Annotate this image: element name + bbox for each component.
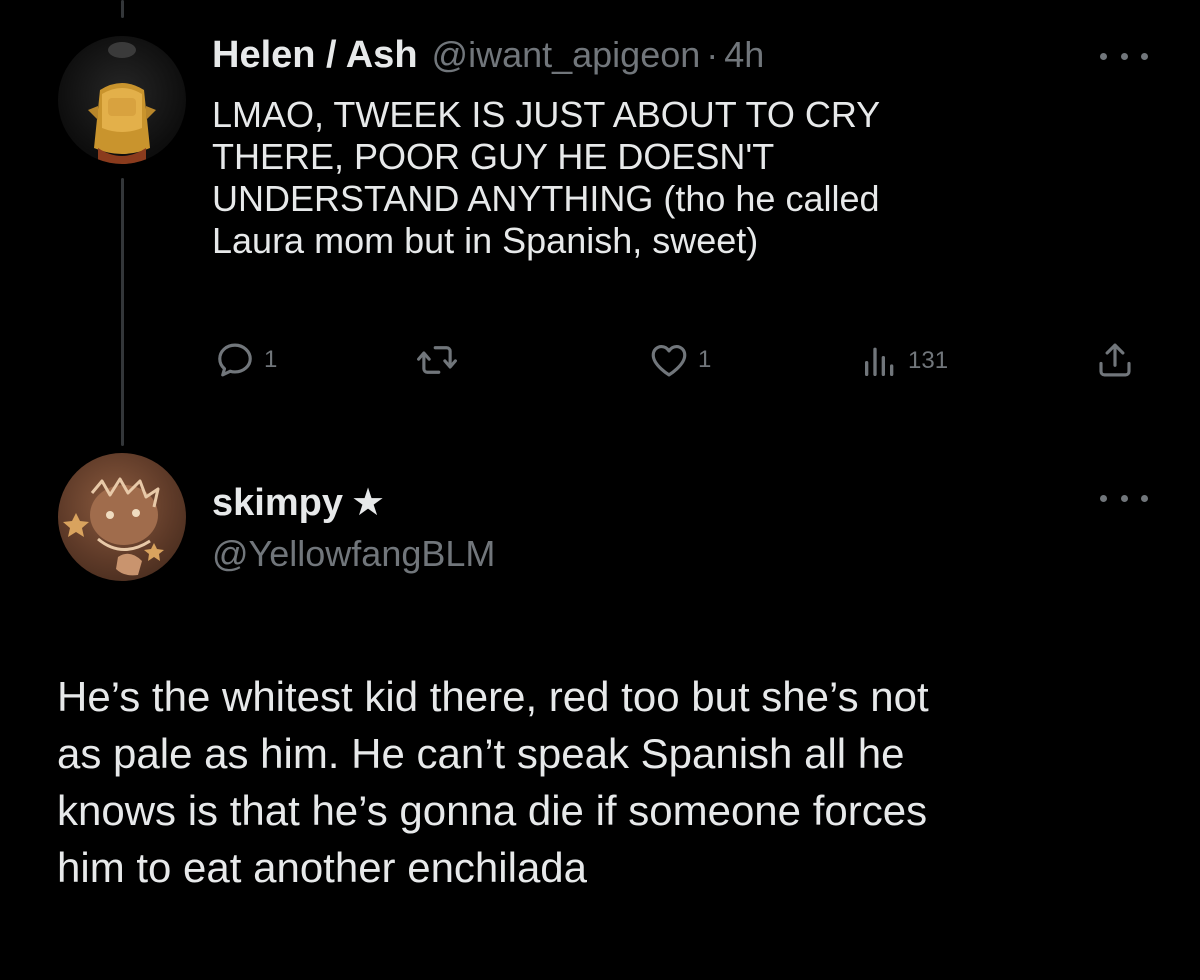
reply-count: 1	[264, 346, 278, 373]
reply-icon	[218, 343, 252, 377]
tweet-header: Helen / Ash @iwant_apigeon · 4h	[212, 34, 764, 77]
avatar[interactable]	[58, 36, 186, 164]
reply-text: He’s the whitest kid there, red too but …	[57, 673, 929, 891]
thread-line-top	[121, 0, 124, 18]
avatar-image	[88, 42, 156, 164]
user-handle[interactable]: @YellowfangBLM	[212, 533, 495, 575]
star-badge-icon: ★	[350, 482, 386, 524]
reply-header: skimpy ★	[212, 480, 385, 525]
views-button[interactable]: 131	[860, 341, 948, 381]
user-handle[interactable]: @iwant_apigeon	[432, 34, 701, 76]
more-icon[interactable]	[1100, 491, 1148, 505]
like-button[interactable]: 1	[648, 339, 711, 381]
avatar-image	[63, 477, 164, 576]
views-icon	[865, 347, 894, 376]
display-name[interactable]: skimpy	[212, 482, 343, 525]
share-button[interactable]	[1094, 339, 1136, 381]
view-count: 131	[908, 347, 949, 374]
like-count: 1	[698, 346, 712, 373]
reply-handle-row: @YellowfangBLM	[212, 533, 495, 575]
reply-button[interactable]: 1	[214, 339, 277, 381]
like-icon	[651, 344, 687, 377]
thread-line	[121, 178, 124, 446]
retweet-icon	[417, 346, 457, 374]
display-name[interactable]: Helen / Ash	[212, 34, 418, 77]
tweet-text: LMAO, TWEEK IS JUST ABOUT TO CRY THERE, …	[212, 94, 881, 261]
separator-dot: ·	[706, 34, 719, 75]
retweet-button[interactable]	[416, 339, 458, 381]
avatar[interactable]	[58, 453, 186, 581]
timestamp[interactable]: 4h	[724, 34, 764, 76]
share-icon	[1099, 343, 1131, 377]
more-icon[interactable]	[1100, 49, 1148, 63]
